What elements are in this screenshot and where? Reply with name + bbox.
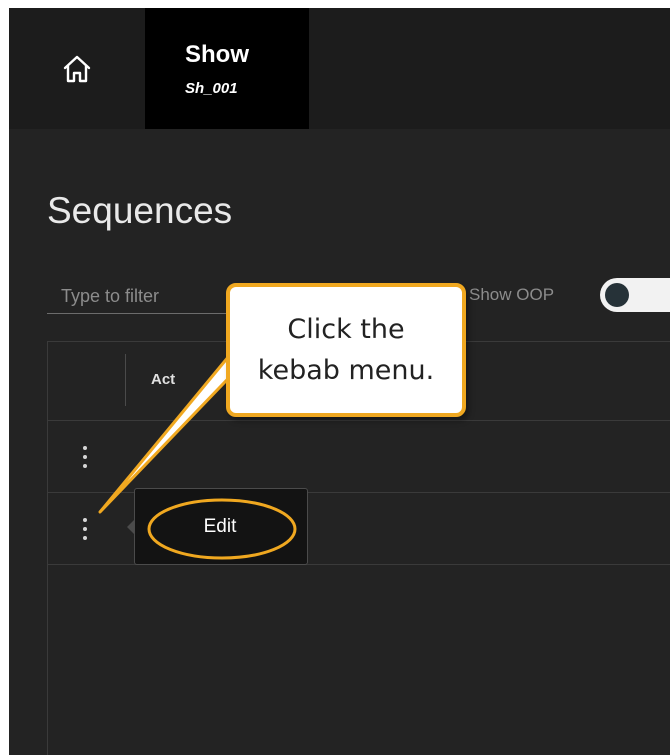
table-row <box>48 421 670 493</box>
callout-text: Click the kebab menu. <box>257 314 435 386</box>
row-context-menu: Edit <box>127 488 308 565</box>
toggle-knob <box>605 283 629 307</box>
callout-bubble: Click the kebab menu. <box>226 283 466 417</box>
menu-item-edit[interactable]: Edit <box>149 507 291 547</box>
home-icon <box>62 54 92 84</box>
page-title: Sequences <box>47 190 233 231</box>
show-oop-toggle[interactable] <box>600 278 670 312</box>
menu-pointer <box>127 519 135 535</box>
column-header-actions[interactable]: Act <box>151 371 175 389</box>
top-bar: Show Sh_001 <box>9 8 670 129</box>
filter-input[interactable] <box>47 280 237 314</box>
kebab-menu-icon[interactable] <box>81 443 89 471</box>
kebab-menu-icon[interactable] <box>81 515 89 543</box>
column-separator <box>125 354 126 406</box>
home-button[interactable] <box>9 8 145 129</box>
show-tab[interactable]: Show Sh_001 <box>145 8 309 129</box>
show-code: Sh_001 <box>185 80 238 97</box>
show-oop-label: Show OOP <box>469 285 555 304</box>
show-title: Show <box>185 41 249 68</box>
